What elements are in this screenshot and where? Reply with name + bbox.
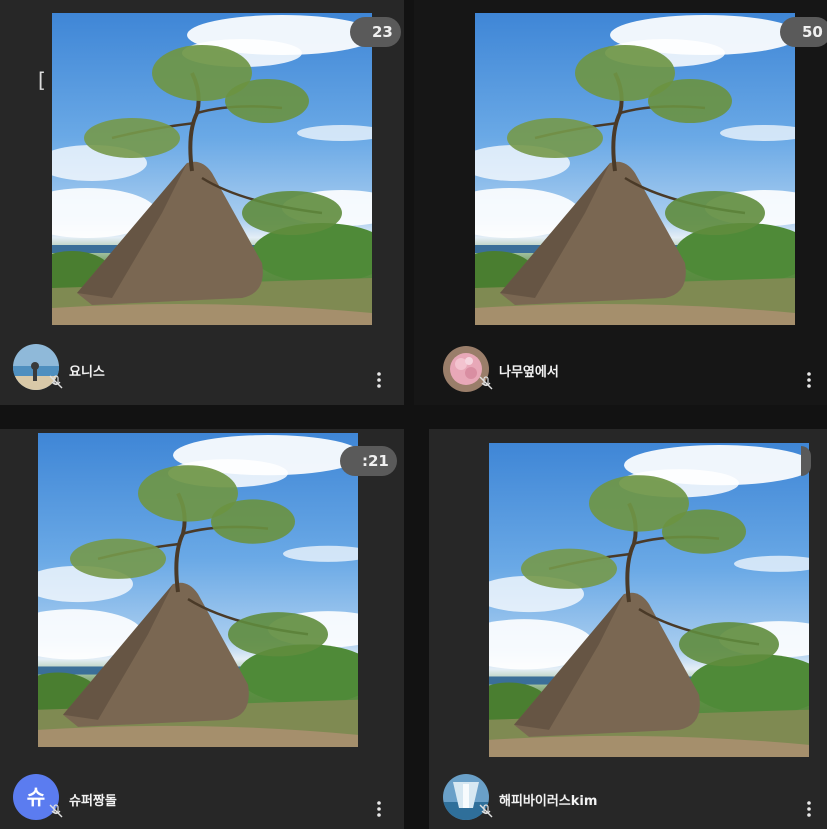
- participant-tile-1[interactable]: [ 23 요니스: [0, 0, 404, 405]
- timer-badge: 50: [780, 17, 827, 47]
- timer-badge: :21: [340, 446, 397, 476]
- mic-muted-icon: [49, 375, 63, 389]
- more-vertical-icon[interactable]: [374, 800, 384, 818]
- participant-name: 나무옆에서: [499, 365, 559, 380]
- mic-muted-icon: [479, 804, 493, 818]
- video-frame: [489, 443, 809, 757]
- more-vertical-icon[interactable]: [804, 800, 814, 818]
- participant-name: 요니스: [69, 365, 105, 380]
- participant-tile-2[interactable]: 50 나무옆에서: [414, 0, 827, 405]
- video-frame: [52, 13, 372, 325]
- participant-name: 해피바이러스kim: [499, 794, 598, 809]
- video-frame: [475, 13, 795, 325]
- video-image: [52, 13, 372, 325]
- timer-badge: 23: [350, 17, 401, 47]
- mic-muted-icon: [49, 804, 63, 818]
- video-image: [489, 443, 809, 757]
- video-frame: [38, 433, 358, 747]
- participant-tile-4[interactable]: 해피바이러스kim: [429, 429, 827, 829]
- video-image: [38, 433, 358, 747]
- participant-name: 슈퍼짱돌: [69, 794, 117, 809]
- timer-badge: [801, 446, 811, 476]
- more-vertical-icon[interactable]: [374, 371, 384, 389]
- video-image: [475, 13, 795, 325]
- stray-bracket: [: [38, 68, 46, 92]
- mic-muted-icon: [479, 376, 493, 390]
- participant-tile-3[interactable]: :21 슈 슈퍼짱돌: [0, 429, 404, 829]
- more-vertical-icon[interactable]: [804, 371, 814, 389]
